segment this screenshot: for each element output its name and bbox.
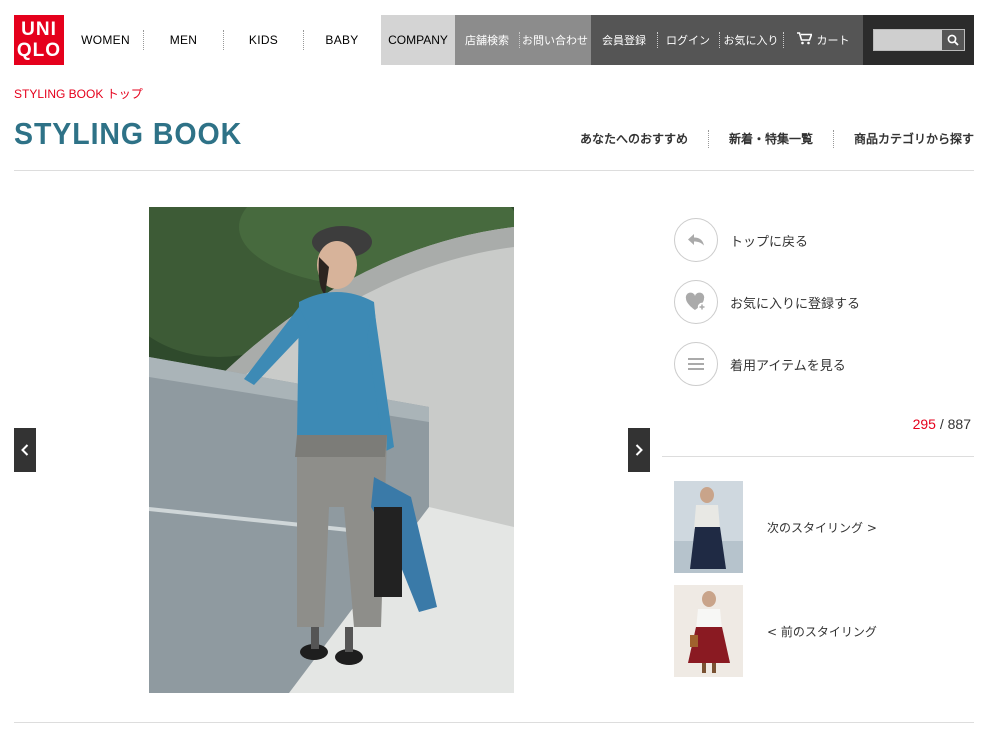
page-title: STYLING BOOK [14, 116, 243, 151]
divider [14, 170, 974, 171]
service-nav: 店舗検索 お問い合わせ [455, 15, 591, 65]
search-area [863, 15, 974, 65]
next-styling-link[interactable]: 次のスタイリング > [674, 481, 877, 573]
gender-nav: WOMEN MEN KIDS BABY [68, 15, 380, 65]
nav-login[interactable]: ログイン [657, 15, 719, 65]
styling-photo [149, 207, 514, 693]
divider [662, 456, 974, 457]
prev-styling-thumbnail [674, 585, 743, 677]
back-arrow-icon [674, 218, 718, 262]
styling-counter: 295 / 887 [913, 416, 971, 432]
search-input[interactable] [873, 30, 942, 50]
prev-styling-link[interactable]: < 前のスタイリング [674, 585, 877, 677]
global-header: UNI QLO WOMEN MEN KIDS BABY COMPANY 店舗検索… [14, 15, 974, 65]
logo-line-2: QLO [16, 40, 62, 61]
subnav-category[interactable]: 商品カテゴリから探す [832, 130, 974, 148]
account-nav: 会員登録 ログイン お気に入り カート [591, 15, 863, 65]
back-to-top-button[interactable]: トップに戻る [674, 218, 860, 262]
search-icon [947, 34, 959, 46]
nav-cart[interactable]: カート [783, 15, 863, 65]
cart-label: カート [816, 34, 850, 47]
nav-men[interactable]: MEN [144, 30, 224, 50]
prev-styling-label: < 前のスタイリング [767, 624, 877, 639]
search-box [872, 29, 965, 51]
back-to-top-label: トップに戻る [730, 234, 809, 250]
styling-subnav: あなたへのおすすめ 新着・特集一覧 商品カテゴリから探す [580, 130, 974, 148]
cart-icon [796, 31, 813, 49]
uniqlo-logo[interactable]: UNI QLO [14, 15, 64, 65]
nav-member-register[interactable]: 会員登録 [591, 15, 657, 65]
nav-kids[interactable]: KIDS [224, 30, 304, 50]
nav-company[interactable]: COMPANY [381, 15, 455, 65]
add-favorite-label: お気に入りに登録する [730, 296, 861, 312]
list-icon [674, 342, 718, 386]
chevron-right-icon [635, 444, 643, 456]
next-styling-label: 次のスタイリング > [767, 520, 877, 535]
view-items-button[interactable]: 着用アイテムを見る [674, 342, 860, 386]
view-items-label: 着用アイテムを見る [730, 358, 846, 374]
nav-women[interactable]: WOMEN [68, 30, 144, 50]
add-favorite-button[interactable]: お気に入りに登録する [674, 280, 860, 324]
counter-current: 295 [912, 416, 936, 432]
nav-favorites[interactable]: お気に入り [719, 15, 783, 65]
logo-line-1: UNI [21, 19, 57, 40]
prev-photo-arrow[interactable] [14, 428, 36, 472]
breadcrumb-styling-book-top[interactable]: STYLING BOOK トップ [14, 85, 143, 102]
chevron-left-icon [21, 444, 29, 456]
styling-actions: トップに戻る お気に入りに登録する 着用アイテムを見る [674, 218, 860, 404]
heart-plus-icon [674, 280, 718, 324]
counter-total: 887 [947, 416, 971, 432]
subnav-recommend[interactable]: あなたへのおすすめ [580, 130, 708, 148]
nav-store-search[interactable]: 店舗検索 [455, 15, 519, 65]
next-photo-arrow[interactable] [628, 428, 650, 472]
nav-contact[interactable]: お問い合わせ [519, 15, 591, 65]
next-styling-thumbnail [674, 481, 743, 573]
divider [14, 722, 974, 723]
subnav-new-features[interactable]: 新着・特集一覧 [707, 130, 833, 148]
search-button[interactable] [941, 30, 964, 50]
counter-separator: / [935, 416, 948, 432]
nav-baby[interactable]: BABY [304, 30, 380, 50]
